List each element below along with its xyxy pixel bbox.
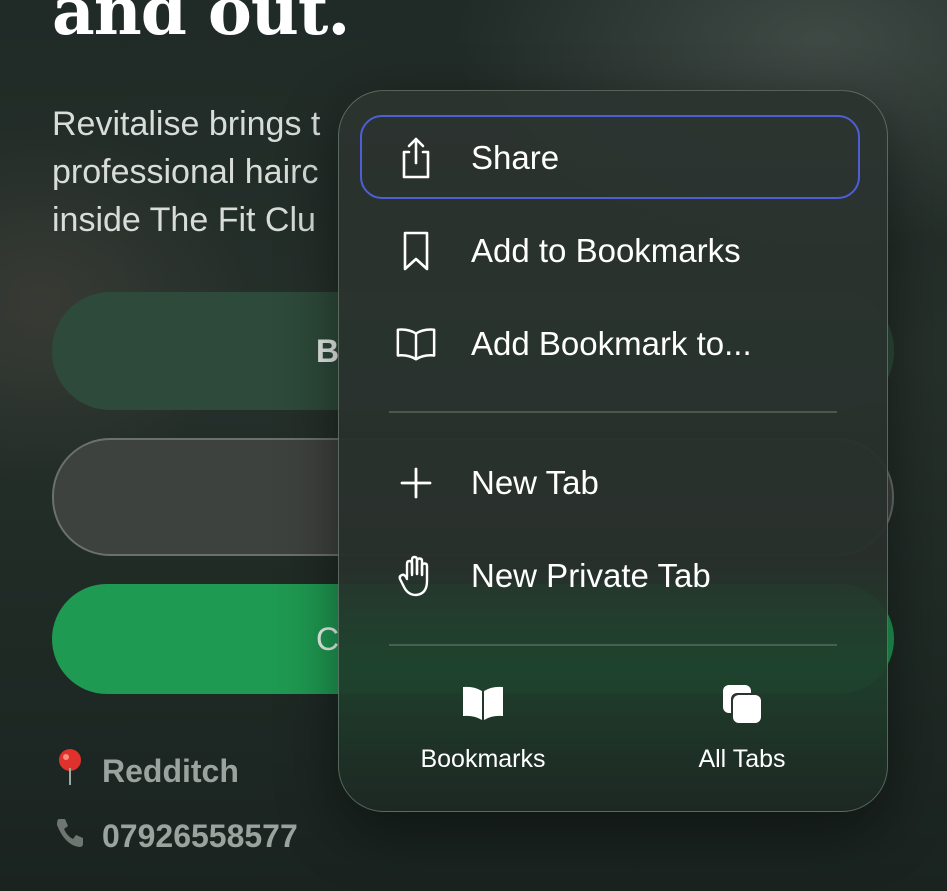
contact-button-label: C	[316, 620, 340, 657]
menu-item-new-tab[interactable]: New Tab	[339, 440, 887, 526]
phone-text[interactable]: 07926558577	[102, 818, 298, 855]
location-text: Redditch	[102, 752, 239, 789]
menu-item-add-bookmark-to[interactable]: Add Bookmark to...	[339, 301, 887, 387]
menu-separator	[389, 411, 837, 413]
menu-item-label: New Private Tab	[471, 557, 711, 594]
book-open-icon	[395, 323, 437, 365]
phone-icon	[52, 815, 88, 857]
menu-item-share[interactable]: Share	[339, 115, 887, 201]
menu-item-add-to-bookmarks[interactable]: Add to Bookmarks	[339, 208, 887, 294]
menu-item-label: New Tab	[471, 464, 599, 501]
bookmarks-button[interactable]: Bookmarks	[383, 683, 583, 783]
book-button-label: B	[316, 332, 340, 369]
all-tabs-label: All Tabs	[698, 745, 786, 773]
hand-icon	[395, 555, 437, 597]
phone-row[interactable]: 07926558577	[52, 815, 298, 857]
share-icon	[395, 137, 437, 179]
menu-item-label: Share	[471, 139, 560, 176]
page-headline: and out.	[52, 0, 350, 50]
menu-item-new-private-tab[interactable]: New Private Tab	[339, 533, 887, 619]
all-tabs-button[interactable]: All Tabs	[642, 683, 842, 783]
tabs-icon	[721, 683, 763, 727]
menu-item-label: Add to Bookmarks	[471, 232, 741, 269]
bookmark-icon	[395, 230, 437, 272]
plus-icon	[395, 462, 437, 504]
bookmarks-label: Bookmarks	[420, 745, 546, 773]
location-row: Redditch	[52, 748, 239, 794]
menu-separator	[389, 644, 837, 646]
pin-icon	[52, 748, 88, 794]
menu-item-label: Add Bookmark to...	[471, 325, 752, 362]
context-menu: Share Add to Bookmarks Add Bookmark to..…	[338, 90, 888, 812]
bookmarks-book-icon	[461, 683, 505, 727]
